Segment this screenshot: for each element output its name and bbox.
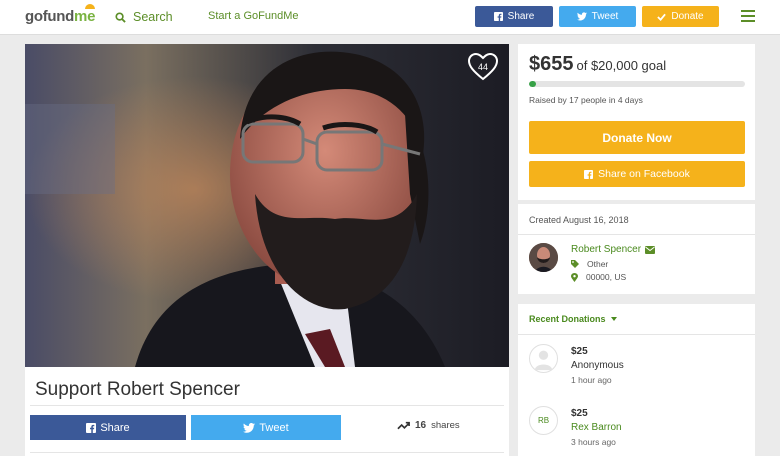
shares-count: 16 shares — [397, 420, 460, 431]
facebook-icon — [493, 12, 503, 21]
header-share-button[interactable]: Share — [475, 6, 553, 27]
checkmark-icon — [657, 13, 667, 21]
donation-amount: $25 — [571, 346, 588, 357]
divider — [30, 405, 504, 406]
campaign-title-card: Support Robert Spencer Share Tweet 16 sh… — [25, 367, 509, 456]
organizer-name: Robert Spencer — [571, 244, 642, 255]
shares-number: 16 — [415, 420, 427, 431]
donor-name: Anonymous — [571, 360, 624, 371]
person-icon — [534, 350, 553, 371]
twitter-icon — [576, 12, 587, 21]
divider — [518, 334, 755, 335]
recent-donations-heading: Recent Donations — [529, 314, 606, 324]
created-date: Created August 16, 2018 — [529, 215, 629, 225]
gofundme-logo[interactable]: gofundme — [25, 4, 95, 25]
organizer-name-link[interactable]: Robert Spencer — [571, 244, 656, 255]
heart-count: 44 — [477, 62, 488, 72]
envelope-icon[interactable] — [645, 245, 656, 254]
share-button[interactable]: Share — [30, 415, 186, 440]
organizer-category: Other — [571, 259, 608, 269]
organizer-location-label: 00000, US — [586, 272, 627, 282]
raised-summary: $655 of $20,000 goal — [529, 53, 666, 76]
campaign-photo — [25, 44, 509, 367]
tweet-button[interactable]: Tweet — [191, 415, 341, 440]
location-pin-icon — [571, 272, 578, 282]
search-icon — [115, 11, 126, 23]
search-label: Search — [133, 10, 173, 24]
header-donate-button[interactable]: Donate — [642, 6, 719, 27]
raised-by-text: Raised by 17 people in 4 days — [529, 95, 643, 105]
progress-bar — [529, 81, 745, 87]
donation-amount: $25 — [571, 408, 588, 419]
organizer-avatar[interactable] — [529, 243, 558, 272]
divider — [30, 452, 504, 453]
header-tweet-label: Tweet — [591, 11, 619, 22]
campaign-title: Support Robert Spencer — [35, 379, 240, 400]
header-tweet-button[interactable]: Tweet — [559, 6, 636, 27]
tag-icon — [571, 260, 579, 268]
donor-avatar — [529, 344, 558, 373]
donor-avatar: RB — [529, 406, 558, 435]
donation-time: 3 hours ago — [571, 437, 616, 447]
shares-suffix: shares — [431, 420, 460, 431]
header-donate-label: Donate — [671, 11, 704, 22]
donation-time: 1 hour ago — [571, 375, 612, 385]
header-share-label: Share — [507, 11, 535, 22]
logo-sun-icon — [85, 4, 95, 9]
organizer-location: 00000, US — [571, 272, 626, 282]
donor-name[interactable]: Rex Barron — [571, 422, 622, 433]
facebook-icon — [584, 169, 594, 179]
progress-fill — [529, 81, 537, 87]
organizer-category-label: Other — [587, 259, 609, 269]
top-header: gofundme Search Start a GoFundMe Share T… — [0, 0, 780, 35]
recent-donations-card: Recent Donations $25 Anonymous 1 hour ag… — [518, 304, 755, 456]
twitter-icon — [243, 422, 256, 433]
facebook-icon — [86, 422, 97, 433]
search-link[interactable]: Search — [115, 10, 173, 24]
share-label: Share — [100, 421, 130, 434]
tweet-label: Tweet — [259, 421, 289, 434]
caret-down-icon — [610, 317, 617, 321]
organizer-card: Created August 16, 2018 Robert Spencer O… — [518, 204, 755, 294]
donation-card: $655 of $20,000 goal Raised by 17 people… — [518, 44, 755, 200]
share-on-facebook-label: Share on Facebook — [598, 168, 690, 180]
share-on-facebook-button[interactable]: Share on Facebook — [529, 161, 745, 187]
hamburger-menu-icon[interactable] — [741, 10, 755, 22]
start-gofundme-link[interactable]: Start a GoFundMe — [208, 10, 299, 22]
trending-icon — [397, 421, 410, 430]
goal-text: of $20,000 goal — [576, 58, 667, 73]
donate-now-button[interactable]: Donate Now — [529, 121, 745, 154]
recent-donations-toggle[interactable]: Recent Donations — [529, 314, 617, 324]
divider — [518, 234, 755, 235]
raised-amount: $655 — [529, 53, 574, 75]
